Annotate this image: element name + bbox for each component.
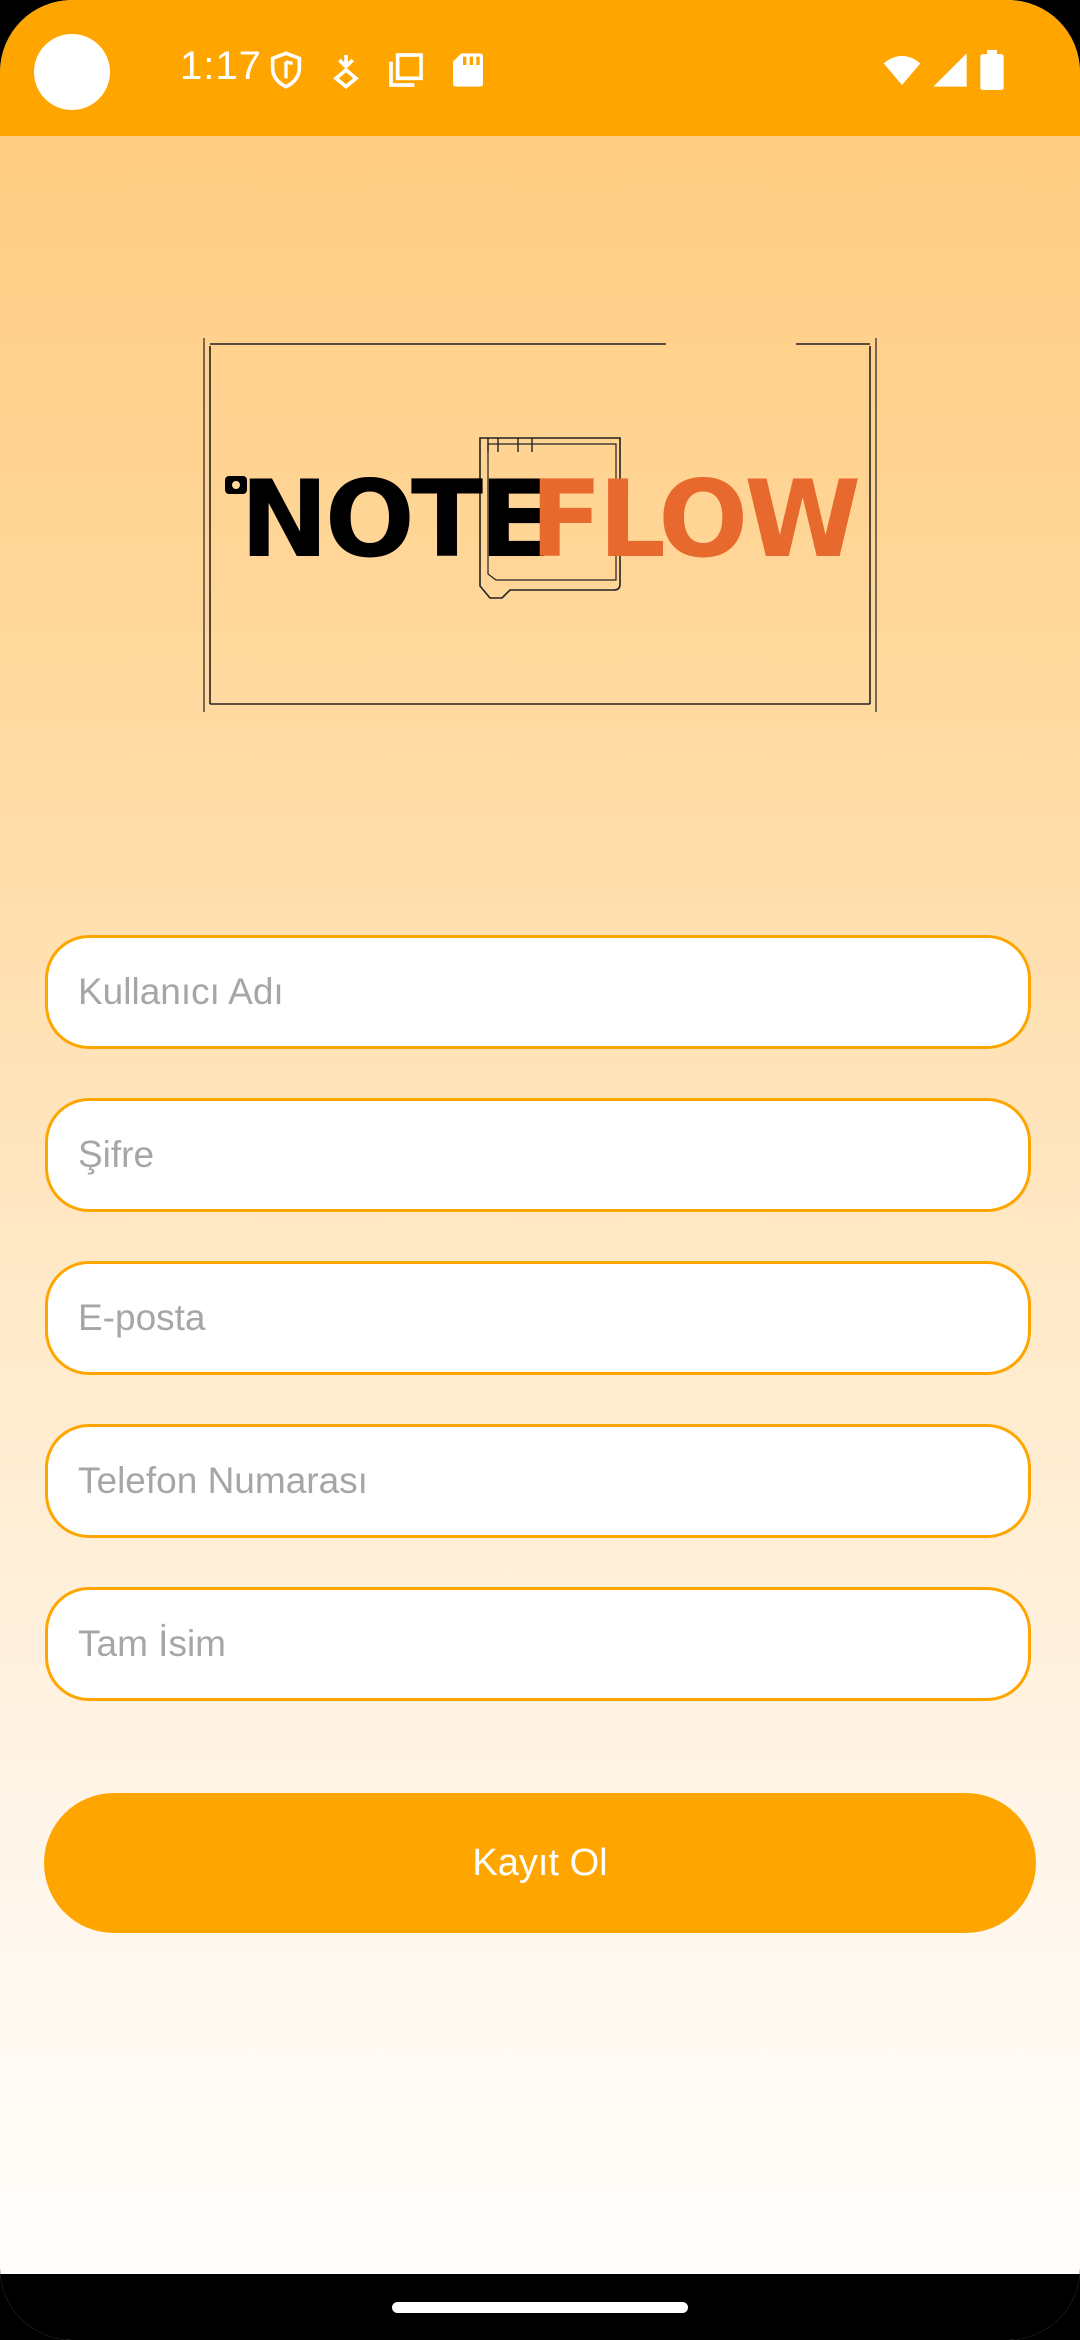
email-input[interactable] (48, 1264, 1028, 1372)
fullname-input[interactable] (48, 1590, 1028, 1698)
download-icon (326, 50, 366, 90)
logo-text-flow: FLOW (530, 458, 858, 581)
fullname-field[interactable] (45, 1587, 1031, 1701)
email-field[interactable] (45, 1261, 1031, 1375)
sd-card-icon (448, 50, 488, 90)
password-field[interactable] (45, 1098, 1031, 1212)
password-input[interactable] (48, 1101, 1028, 1209)
shield-icon (266, 50, 306, 90)
logo-text-note: NOTE (240, 458, 548, 581)
register-button[interactable]: Kayıt Ol (44, 1793, 1036, 1933)
camera-cutout (34, 34, 110, 110)
register-screen: 1:17 NOTE FLOW Kullanıcı Adı E-posta Tel… (0, 0, 1080, 2340)
username-input[interactable] (48, 938, 1028, 1046)
home-indicator[interactable] (392, 2302, 688, 2313)
phone-input[interactable] (48, 1427, 1028, 1535)
status-bar: 1:17 (0, 0, 1080, 136)
status-time: 1:17 (180, 44, 262, 88)
username-field[interactable] (45, 935, 1031, 1049)
wifi-icon (880, 50, 924, 90)
phone-field[interactable] (45, 1424, 1031, 1538)
signal-icon (930, 50, 970, 90)
noteflow-logo: NOTE FLOW (200, 334, 880, 714)
battery-icon (980, 50, 1004, 90)
copy-icon (386, 50, 426, 90)
